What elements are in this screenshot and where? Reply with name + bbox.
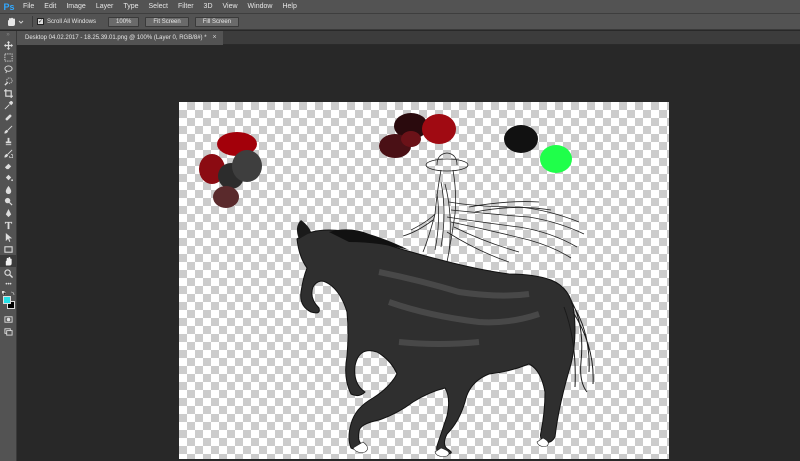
options-separator [32, 16, 33, 27]
foreground-color-swatch[interactable] [3, 296, 11, 304]
zoom-100-button[interactable]: 100% [108, 16, 140, 27]
hand-icon [8, 17, 24, 26]
menu-view[interactable]: View [218, 0, 243, 13]
menu-select[interactable]: Select [144, 0, 173, 13]
menu-bar: Ps File Edit Image Layer Type Select Fil… [0, 0, 800, 13]
screen-mode-icon[interactable] [0, 325, 17, 337]
fill-screen-button[interactable]: Fill Screen [194, 16, 240, 27]
default-colors-icon[interactable] [2, 291, 6, 295]
menu-3d[interactable]: 3D [199, 0, 218, 13]
artwork-horse-rider [199, 113, 594, 457]
clone-stamp-tool-icon[interactable] [0, 135, 17, 147]
eraser-tool-icon[interactable] [0, 159, 17, 171]
photoshop-logo: Ps [3, 1, 15, 12]
document-tab-bar: Desktop 04.02.2017 - 18.25.39.01.png @ 1… [17, 31, 800, 45]
menu-filter[interactable]: Filter [173, 0, 199, 13]
healing-brush-tool-icon[interactable] [0, 111, 17, 123]
menu-layer[interactable]: Layer [91, 0, 119, 13]
document-canvas[interactable] [179, 102, 669, 459]
menu-type[interactable]: Type [118, 0, 143, 13]
options-bar: ✓ Scroll All Windows 100% Fit Screen Fil… [0, 13, 800, 30]
path-select-tool-icon[interactable] [0, 231, 17, 243]
tool-preset-picker[interactable] [2, 14, 28, 29]
fit-screen-button[interactable]: Fit Screen [145, 16, 189, 27]
menu-help[interactable]: Help [277, 0, 301, 13]
green-blob [540, 145, 572, 173]
tools-panel: » ••• [0, 31, 17, 461]
move-tool-icon[interactable] [0, 39, 17, 51]
document-tab[interactable]: Desktop 04.02.2017 - 18.25.39.01.png @ 1… [17, 31, 223, 45]
rectangle-tool-icon[interactable] [0, 243, 17, 255]
eyedropper-tool-icon[interactable] [0, 99, 17, 111]
more-tools-icon[interactable]: ••• [0, 279, 17, 291]
close-icon[interactable]: × [213, 31, 217, 45]
color-swatches [0, 291, 17, 313]
type-tool-icon[interactable] [0, 219, 17, 231]
canvas-workspace[interactable] [17, 45, 800, 461]
document-tab-title: Desktop 04.02.2017 - 18.25.39.01.png @ 1… [25, 35, 207, 41]
crop-tool-icon[interactable] [0, 87, 17, 99]
dodge-tool-icon[interactable] [0, 195, 17, 207]
hand-tool-icon[interactable] [0, 255, 17, 267]
menu-file[interactable]: File [18, 0, 39, 13]
menu-window[interactable]: Window [243, 0, 278, 13]
scroll-all-windows-label: Scroll All Windows [47, 18, 97, 25]
zoom-tool-icon[interactable] [0, 267, 17, 279]
brush-tool-icon[interactable] [0, 123, 17, 135]
paint-bucket-tool-icon[interactable] [0, 171, 17, 183]
blur-tool-icon[interactable] [0, 183, 17, 195]
marquee-tool-icon[interactable] [0, 51, 17, 63]
scroll-all-windows-checkbox[interactable]: ✓ [37, 18, 44, 25]
photoshop-window: Ps File Edit Image Layer Type Select Fil… [0, 0, 800, 461]
menu-edit[interactable]: Edit [39, 0, 61, 13]
black-blob [504, 125, 538, 153]
quick-mask-icon[interactable] [0, 313, 17, 325]
quick-select-tool-icon[interactable] [0, 75, 17, 87]
menu-image[interactable]: Image [61, 0, 90, 13]
color-blobs-center [379, 113, 456, 158]
color-blobs-left [199, 132, 262, 208]
pen-tool-icon[interactable] [0, 207, 17, 219]
swap-colors-icon[interactable] [11, 291, 15, 295]
lasso-tool-icon[interactable] [0, 63, 17, 75]
history-brush-tool-icon[interactable] [0, 147, 17, 159]
toolbar-collapse-grip[interactable]: » [0, 31, 16, 39]
horse-drawing [296, 220, 594, 457]
